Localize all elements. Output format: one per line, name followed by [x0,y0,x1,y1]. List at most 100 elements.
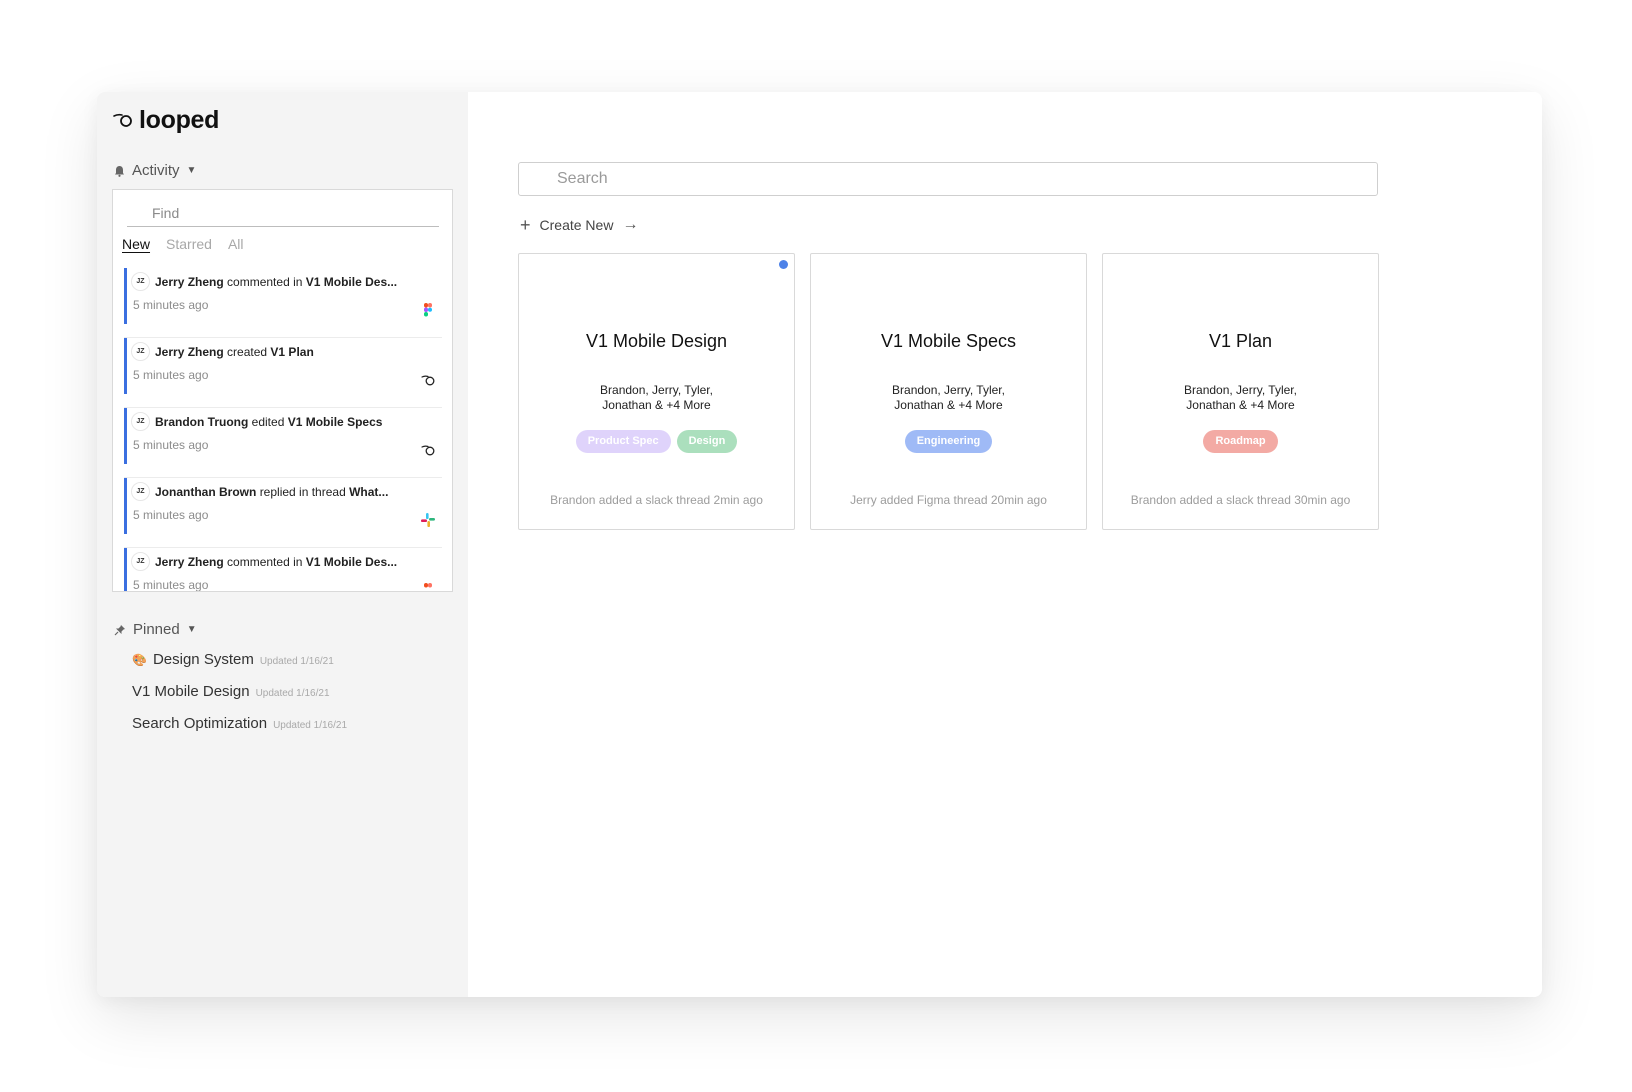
main-content: + Create New → V1 Mobile Design Brandon,… [468,92,1542,997]
pinned-list: 🎨 Design System Updated 1/16/21 V1 Mobil… [132,651,347,747]
activity-time: 5 minutes ago [133,578,209,592]
pinned-label: Pinned [133,621,180,638]
activity-item[interactable]: JZ Jerry Zheng commented in V1 Mobile De… [124,548,442,592]
activity-item[interactable]: JZ Jonanthan Brown replied in thread Wha… [124,478,442,548]
activity-target: V1 Mobile Des... [305,555,398,569]
activity-item[interactable]: JZ Jerry Zheng created V1 Plan 5 minutes… [124,338,442,408]
app-window: looped Activity ▼ New Starred All [97,92,1542,997]
activity-text: Jerry Zheng commented in V1 Mobile Des..… [155,555,411,569]
looped-icon [421,445,435,456]
card-footer: Jerry added Figma thread 20min ago [850,493,1047,507]
unread-accent-bar [124,408,127,464]
pinned-item[interactable]: 🎨 Design System Updated 1/16/21 [132,651,347,683]
activity-item[interactable]: JZ Jerry Zheng commented in V1 Mobile De… [124,268,442,338]
logo[interactable]: looped [112,106,219,135]
avatar: JZ [131,272,150,291]
activity-section-toggle[interactable]: Activity ▼ [114,162,196,179]
card-members-line: Jonathan & +4 More [602,398,711,412]
pinned-item-name: V1 Mobile Design [132,683,250,700]
search-input[interactable] [518,162,1378,196]
sidebar: looped Activity ▼ New Starred All [97,92,468,997]
activity-item[interactable]: JZ Brandon Truong edited V1 Mobile Specs… [124,408,442,478]
slack-icon [421,513,435,527]
activity-label: Activity [132,162,180,179]
card-tags: Roadmap [1103,430,1378,453]
palette-icon: 🎨 [132,653,147,667]
activity-feed: JZ Jerry Zheng commented in V1 Mobile De… [124,268,442,592]
avatar: JZ [131,482,150,501]
pinned-item-name: Search Optimization [132,715,268,732]
avatar: JZ [131,342,150,361]
activity-target: V1 Mobile Specs [287,415,383,429]
pin-icon [114,624,125,635]
card-members: Brandon, Jerry, Tyler, Jonathan & +4 Mor… [569,383,744,413]
activity-actor: Jerry Zheng [155,345,224,359]
project-card[interactable]: V1 Plan Brandon, Jerry, Tyler, Jonathan … [1102,253,1379,530]
card-members-line: Jonathan & +4 More [894,398,1003,412]
card-title: V1 Mobile Specs [880,331,1017,351]
looped-icon [421,375,435,386]
activity-actor: Jerry Zheng [155,275,224,289]
activity-filter-tabs: New Starred All [122,236,244,252]
activity-time: 5 minutes ago [133,298,209,312]
card-title: V1 Mobile Design [585,331,728,351]
activity-actor: Brandon Truong [155,415,249,429]
activity-target: What... [349,485,389,499]
activity-target: V1 Plan [270,345,314,359]
activity-text: Jerry Zheng commented in V1 Mobile Des..… [155,275,411,289]
card-members-line: Brandon, Jerry, Tyler, [892,383,1005,397]
tab-starred[interactable]: Starred [166,236,212,252]
card-members: Brandon, Jerry, Tyler, Jonathan & +4 Mor… [1153,383,1328,413]
activity-time: 5 minutes ago [133,508,209,522]
caret-down-icon: ▼ [186,624,197,635]
card-members-line: Jonathan & +4 More [1186,398,1295,412]
activity-panel: New Starred All JZ Jerry Zheng commented… [112,189,453,592]
activity-action: edited [251,415,285,429]
unread-accent-bar [124,548,127,591]
activity-text: Brandon Truong edited V1 Mobile Specs [155,415,411,429]
unread-accent-bar [124,268,127,324]
find-input[interactable] [127,200,439,227]
tag-roadmap[interactable]: Roadmap [1203,430,1278,453]
bell-icon [115,165,124,177]
pinned-item[interactable]: V1 Mobile Design Updated 1/16/21 [132,683,347,715]
activity-action: created [227,345,268,359]
logo-text: looped [139,106,220,134]
card-tags: Product Spec Design [519,430,794,453]
avatar: JZ [131,552,150,571]
plus-icon: + [520,215,531,235]
project-card[interactable]: V1 Mobile Design Brandon, Jerry, Tyler, … [518,253,795,530]
tag-product-spec[interactable]: Product Spec [575,430,671,453]
create-new-button[interactable]: + Create New → [520,216,638,234]
project-card[interactable]: V1 Mobile Specs Brandon, Jerry, Tyler, J… [810,253,1087,530]
caret-down-icon: ▼ [186,165,197,176]
card-members-line: Brandon, Jerry, Tyler, [1184,383,1297,397]
card-members-line: Brandon, Jerry, Tyler, [600,383,713,397]
create-new-label: Create New [539,217,614,233]
activity-action: commented in [227,555,303,569]
activity-actor: Jerry Zheng [155,555,224,569]
activity-text: Jonanthan Brown replied in thread What..… [155,485,411,499]
unread-dot [779,260,788,269]
figma-icon [424,583,432,588]
card-title: V1 Plan [1208,331,1273,351]
activity-time: 5 minutes ago [133,438,209,452]
pinned-item-updated: Updated 1/16/21 [259,656,334,667]
pinned-section-toggle[interactable]: Pinned ▼ [114,621,197,638]
looped-logo-icon [113,113,132,127]
activity-target: V1 Mobile Des... [305,275,398,289]
tab-new[interactable]: New [122,236,150,252]
pinned-item-name: Design System [152,651,254,668]
avatar: JZ [131,412,150,431]
card-members: Brandon, Jerry, Tyler, Jonathan & +4 Mor… [861,383,1036,413]
pinned-item[interactable]: Search Optimization Updated 1/16/21 [132,715,347,747]
card-footer: Brandon added a slack thread 30min ago [1130,493,1351,507]
tag-engineering[interactable]: Engineering [904,430,993,453]
pinned-item-updated: Updated 1/16/21 [255,688,330,699]
tag-design[interactable]: Design [676,430,738,453]
activity-time: 5 minutes ago [133,368,209,382]
unread-accent-bar [124,338,127,394]
figma-icon [424,303,432,317]
activity-text: Jerry Zheng created V1 Plan [155,345,411,359]
tab-all[interactable]: All [228,236,244,252]
